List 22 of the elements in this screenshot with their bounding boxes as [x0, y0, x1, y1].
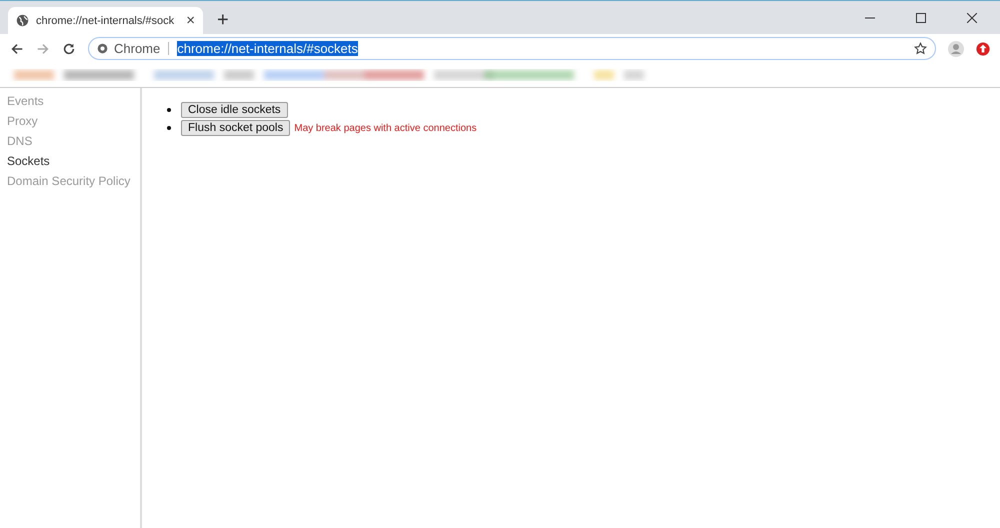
browser-tab[interactable]: chrome://net-internals/#sock × — [8, 7, 203, 34]
sidebar-item[interactable]: Sockets — [0, 151, 140, 171]
tab-title: chrome://net-internals/#sock — [36, 14, 176, 26]
origin-label: Chrome — [114, 41, 160, 56]
globe-icon — [16, 14, 29, 27]
back-icon[interactable] — [10, 42, 24, 56]
warning-text: May break pages with active connections — [294, 122, 477, 134]
bullet-icon — [167, 108, 171, 112]
action-button[interactable]: Flush socket pools — [181, 120, 290, 136]
new-tab-button[interactable]: + — [217, 9, 229, 31]
maximize-icon[interactable] — [916, 12, 926, 22]
action-button[interactable]: Close idle sockets — [181, 102, 288, 118]
extension-icon[interactable] — [976, 42, 990, 56]
address-bar[interactable]: Chrome chrome://net-internals/#sockets — [88, 37, 936, 60]
profile-icon[interactable] — [948, 40, 964, 56]
close-icon[interactable] — [967, 12, 977, 22]
star-icon[interactable] — [914, 42, 927, 55]
bullet-icon — [167, 126, 171, 130]
chrome-logo-icon — [97, 43, 108, 54]
close-tab-button[interactable]: × — [186, 12, 195, 29]
url-text: chrome://net-internals/#sockets — [177, 41, 358, 56]
reload-icon[interactable] — [62, 42, 76, 56]
